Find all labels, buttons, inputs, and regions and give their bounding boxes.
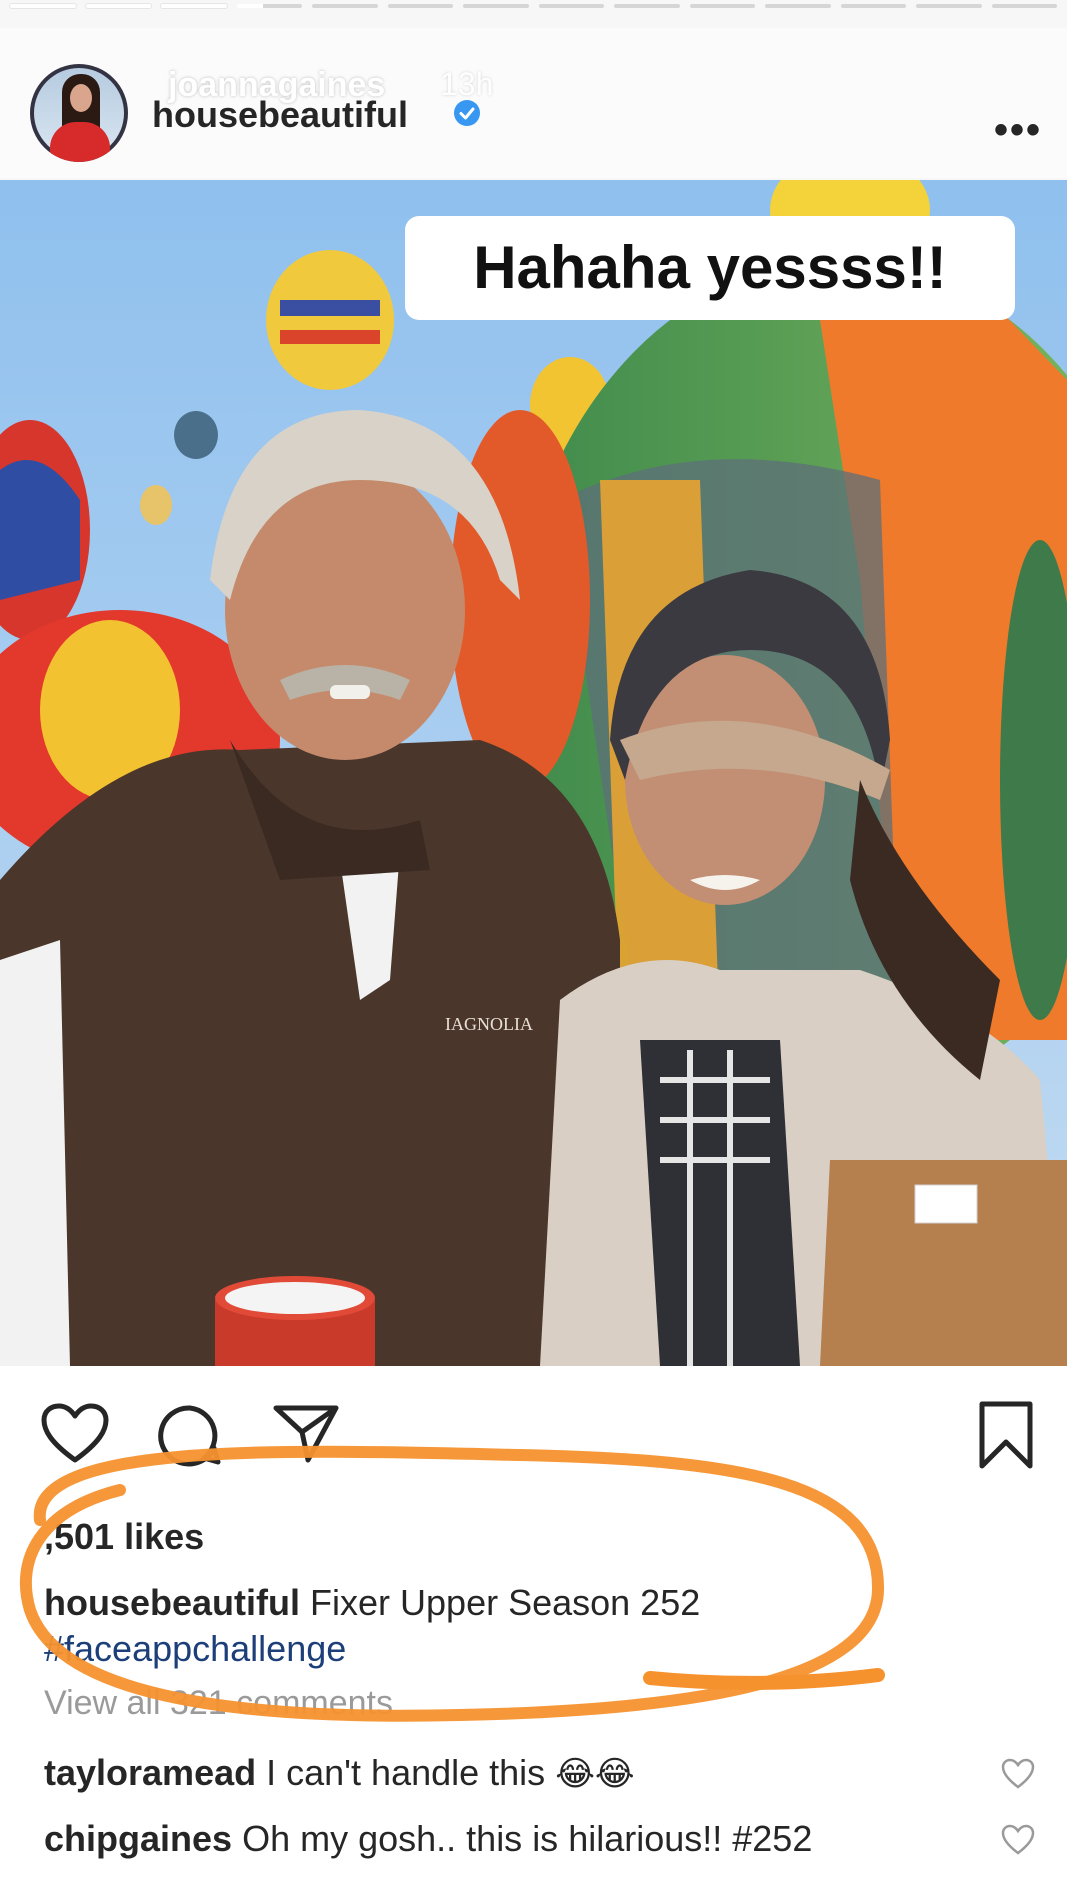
comment-row: chipgaines Oh my gosh.. this is hilariou… xyxy=(44,1818,812,1860)
post-footer: ,501 likes housebeautiful Fixer Upper Se… xyxy=(0,1366,1067,1880)
comment-username[interactable]: chipgaines xyxy=(44,1818,232,1859)
progress-segment xyxy=(387,4,453,8)
vest-logo: IAGNOLIA xyxy=(445,1014,533,1034)
comment-like-heart-icon[interactable] xyxy=(1001,1824,1035,1856)
caption-text: Fixer Upper Season 252 xyxy=(310,1582,701,1623)
overlay-text: Hahaha yessss!! xyxy=(473,234,947,301)
comment-emoji: 😂😂 xyxy=(555,1755,635,1793)
progress-segment xyxy=(236,4,302,8)
like-heart-icon[interactable] xyxy=(40,1402,110,1466)
progress-segment xyxy=(991,4,1057,8)
progress-segment xyxy=(463,4,529,8)
comment-bubble-icon[interactable] xyxy=(156,1402,224,1468)
verified-badge-icon xyxy=(454,100,480,126)
post-header: housebeautiful joannagaines 13h ••• xyxy=(0,28,1067,178)
progress-segment xyxy=(312,4,378,8)
progress-segment xyxy=(765,4,831,8)
save-bookmark-icon[interactable] xyxy=(976,1400,1036,1470)
comment-username[interactable]: tayloramead xyxy=(44,1752,256,1793)
story-overlay-caption: Hahaha yessss!! xyxy=(405,216,1015,320)
progress-segment xyxy=(10,4,76,8)
view-all-comments-link[interactable]: View all 321 comments xyxy=(44,1684,393,1723)
comment-text: I can't handle this xyxy=(266,1752,546,1793)
post-caption: housebeautiful Fixer Upper Season 252 xyxy=(44,1582,700,1624)
progress-segment xyxy=(689,4,755,8)
story-username[interactable]: joannagaines xyxy=(168,66,385,105)
more-options-button[interactable]: ••• xyxy=(994,108,1042,153)
progress-segment xyxy=(614,4,680,8)
comment-text: Oh my gosh.. this is hilarious!! #252 xyxy=(242,1818,813,1859)
comment-like-heart-icon[interactable] xyxy=(1001,1758,1035,1790)
progress-segment xyxy=(161,4,227,8)
caption-username[interactable]: housebeautiful xyxy=(44,1582,300,1623)
story-progress-bar xyxy=(0,0,1067,10)
share-send-icon[interactable] xyxy=(272,1402,340,1466)
progress-segment xyxy=(916,4,982,8)
story-avatar[interactable] xyxy=(30,64,128,162)
hashtag-link[interactable]: #faceappchallenge xyxy=(44,1628,346,1670)
progress-segment xyxy=(85,4,151,8)
likes-count[interactable]: ,501 likes xyxy=(44,1516,204,1558)
comment-row: tayloramead I can't handle this 😂😂 xyxy=(44,1752,635,1794)
progress-segment xyxy=(538,4,604,8)
post-photo: IAGNOLIA Hahaha yessss!! xyxy=(0,180,1067,1366)
progress-segment xyxy=(840,4,906,8)
